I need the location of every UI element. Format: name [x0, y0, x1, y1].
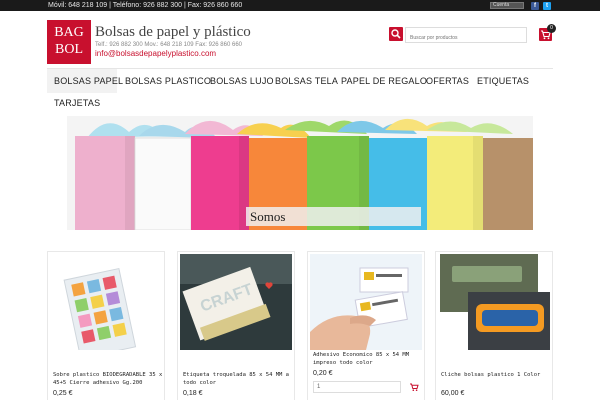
quantity-input[interactable]: 1 — [313, 381, 401, 393]
product-card[interactable]: Sobre plastico BIODEGRADABLE 35 x 45+5 C… — [47, 251, 165, 400]
facebook-icon[interactable]: f — [531, 2, 539, 10]
product-image[interactable]: CRAFT — [180, 254, 292, 350]
nav-item-bolsas-lujo[interactable]: BOLSAS LUJO — [210, 76, 274, 86]
product-name[interactable]: Sobre plastico BIODEGRADABLE 35 x 45+5 C… — [53, 371, 165, 387]
nav-item-bolsas-papel[interactable]: BOLSAS PAPEL — [54, 76, 123, 86]
product-price: 0,20 € — [313, 370, 333, 377]
product-name[interactable]: Adhesivo Economico 85 x 54 MM impreso to… — [313, 351, 425, 367]
product-name[interactable]: Etiqueta troquelada 85 x 54 MM a todo co… — [183, 371, 295, 387]
product-card[interactable]: CRAFT Etiqueta troquelada 85 x 54 MM a t… — [177, 251, 295, 400]
site-title: Bolsas de papel y plástico — [95, 24, 251, 40]
nav-item-papel-de-regalo[interactable]: PAPEL DE REGALO — [341, 76, 427, 86]
nav-divider — [47, 68, 553, 69]
product-name[interactable]: Cliche bolsas plastico 1 Color — [441, 371, 553, 379]
logo-text-top: BAG — [54, 25, 84, 40]
search-icon — [391, 29, 401, 39]
twitter-icon[interactable]: t — [543, 2, 551, 10]
site-phones: Telf.: 926 882 300 Mov.: 648 218 109 Fax… — [95, 42, 242, 48]
nav-item-ofertas[interactable]: OFERTAS — [426, 76, 469, 86]
contact-info: Móvil: 648 218 109 | Teléfono: 926 882 3… — [48, 2, 243, 9]
search-button[interactable] — [389, 27, 403, 41]
product-card[interactable]: Adhesivo Economico 85 x 54 MM impreso to… — [307, 251, 425, 400]
nav-item-bolsas-tela[interactable]: BOLSAS TELA — [275, 76, 338, 86]
site-logo[interactable]: BAG BOL — [47, 20, 91, 64]
nav-item-tarjetas[interactable]: TARJETAS — [54, 98, 100, 108]
product-price: 60,00 € — [441, 390, 465, 397]
top-bar: Móvil: 648 218 109 | Teléfono: 926 882 3… — [0, 0, 600, 11]
product-card[interactable]: Cliche bolsas plastico 1 Color 60,00 € — [435, 251, 553, 400]
product-image[interactable] — [438, 254, 550, 350]
banner-caption: Somos — [246, 207, 421, 226]
product-price: 0,18 € — [183, 390, 203, 397]
site-email[interactable]: info@bolsasdepapelyplastico.com — [95, 49, 216, 58]
add-to-cart-icon[interactable] — [409, 382, 419, 392]
product-image[interactable] — [310, 254, 422, 350]
logo-text-bottom: BOL — [55, 42, 83, 57]
account-dropdown[interactable]: Cuenta — [490, 2, 524, 9]
search-input[interactable] — [405, 27, 527, 43]
product-image[interactable] — [50, 254, 162, 350]
nav-item-bolsas-plastico[interactable]: BOLSAS PLASTICO — [125, 76, 211, 86]
nav-item-etiquetas[interactable]: ETIQUETAS — [477, 76, 529, 86]
product-price: 0,25 € — [53, 390, 73, 397]
cart-count-badge: 0 — [547, 24, 556, 33]
